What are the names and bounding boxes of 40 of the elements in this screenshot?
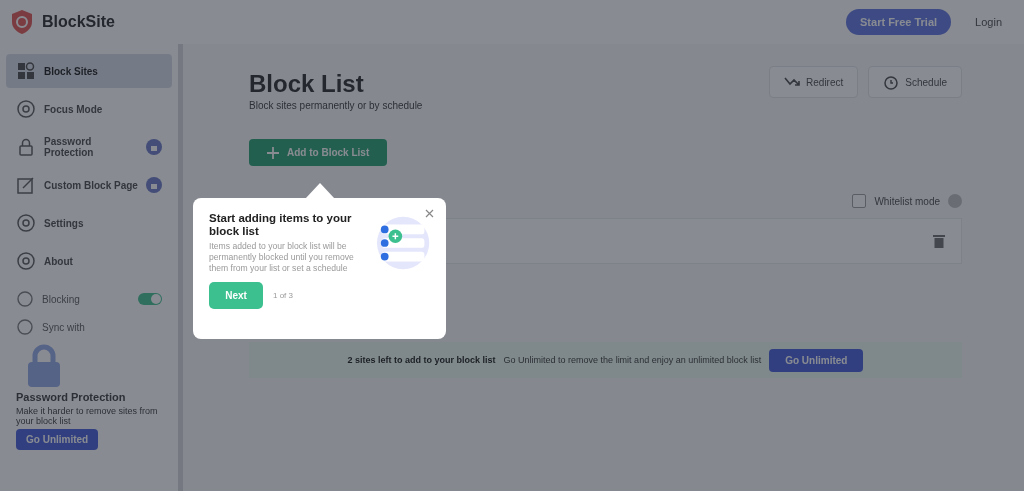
action-button[interactable]: Schedule: [868, 66, 962, 98]
shield-logo-icon: [10, 9, 34, 35]
toggle-label: Blocking: [42, 293, 81, 305]
whitelist-label: Whitelist mode: [874, 195, 940, 207]
toggle-label: Sync with: [42, 321, 86, 333]
sidebar-item[interactable]: Focus Mode: [6, 92, 172, 126]
promo-text: Make it harder to remove sites from your block list: [16, 406, 159, 426]
sidebar-item[interactable]: Block Sites: [6, 54, 172, 88]
block-list-illustration-drawing: [375, 215, 430, 271]
plus-icon: [267, 146, 279, 159]
toggle-row-icon: [16, 290, 34, 308]
action-button[interactable]: Redirect: [769, 66, 859, 98]
start-trial-button[interactable]: Start Free Trial: [846, 9, 952, 35]
help-icon[interactable]: [948, 194, 962, 208]
go-unlimited-button[interactable]: Go Unlimited: [16, 429, 99, 450]
clock-icon: [883, 74, 900, 90]
tour-text: Items added to your block list will be permanently blocked until you remove them from your list or set a schedule: [209, 241, 355, 274]
step-counter: 1 of 3: [273, 291, 293, 300]
brand-name: BlockSite: [42, 13, 115, 31]
login-button[interactable]: Login: [969, 15, 1008, 29]
sidebar-item[interactable]: About: [6, 244, 172, 278]
tour-title: Start adding items to your block list: [209, 212, 353, 238]
banner-count: 2 sites left to add to your block list: [347, 355, 496, 365]
promo-title: Password Protection: [16, 391, 126, 403]
next-button[interactable]: Next: [209, 282, 263, 309]
padlock-icon: [26, 344, 62, 388]
sidebar-item[interactable]: Custom Block Page: [6, 168, 172, 202]
add-to-block-list-button[interactable]: Add to Block List: [249, 139, 388, 166]
toggle-row-icon: [16, 318, 34, 336]
whitelist-checkbox[interactable]: [852, 194, 867, 208]
close-icon[interactable]: [423, 207, 436, 220]
trash-icon[interactable]: [933, 234, 945, 248]
page-title: Block List: [249, 70, 365, 98]
sidebar-item[interactable]: Password Protection: [6, 130, 172, 164]
blocking-switch[interactable]: [138, 293, 162, 305]
banner-text: Go Unlimited to remove the limit and enjoy an unlimited block list: [503, 355, 762, 365]
sidebar-item[interactable]: Settings: [6, 206, 172, 240]
redirect-arrow-icon: [784, 75, 801, 89]
go-unlimited-button[interactable]: Go Unlimited: [769, 348, 864, 372]
page-subtitle: Block sites permanently or by schedule: [249, 100, 423, 111]
